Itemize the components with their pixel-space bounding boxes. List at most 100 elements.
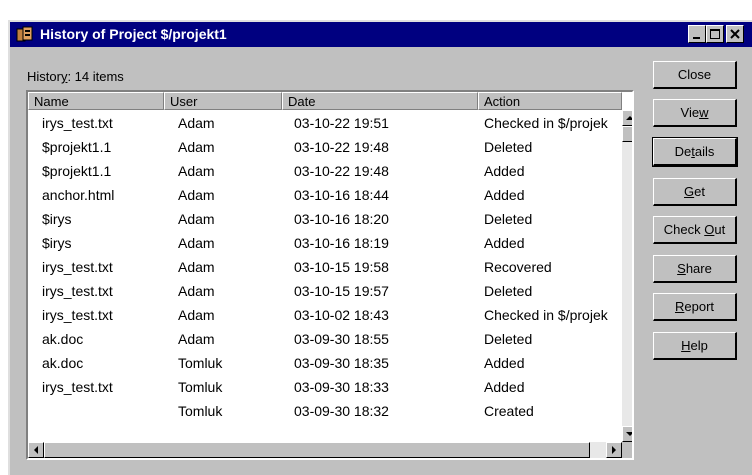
help-label-post: elp (690, 338, 708, 353)
details-label-pre: De (674, 144, 692, 159)
check-out-label-post: ut (714, 222, 726, 237)
cell-action: Checked in $/projek (484, 307, 608, 323)
cell-date: 03-10-15 19:57 (294, 283, 389, 299)
cell-action: Added (484, 163, 525, 179)
check-out-label-u: O (704, 222, 715, 237)
minimize-icon (693, 37, 700, 39)
check-out-button[interactable]: Check Out (653, 216, 737, 244)
scroll-left-button[interactable] (28, 442, 44, 458)
table-row[interactable]: $irys Adam 03-10-16 18:19 Added (28, 232, 624, 256)
cell-user: Adam (178, 139, 215, 155)
app-icon (16, 26, 33, 42)
close-label-pre: Close (677, 67, 712, 82)
history-count-label: History: 14 items (27, 69, 124, 84)
cell-action: Added (484, 355, 525, 371)
cell-action: Checked in $/projek (484, 115, 608, 131)
vertical-scroll-thumb[interactable] (622, 126, 632, 142)
cell-date: 03-09-30 18:33 (294, 379, 389, 395)
horizontal-scroll-thumb[interactable] (44, 442, 590, 458)
scrollbar-corner (622, 442, 632, 458)
cell-action: Deleted (484, 139, 533, 155)
table-row[interactable]: irys_test.txt Adam 03-10-15 19:57 Deleted (28, 280, 624, 304)
cell-user: Adam (178, 235, 215, 251)
cell-action: Added (484, 235, 525, 251)
view-label-u: w (699, 105, 709, 120)
get-button[interactable]: Get (653, 178, 737, 206)
column-header-name[interactable]: Name (28, 92, 164, 110)
cell-user: Adam (178, 187, 215, 203)
table-row[interactable]: anchor.html Adam 03-10-16 18:44 Added (28, 184, 624, 208)
cell-date: 03-10-16 18:44 (294, 187, 389, 203)
cell-name: ak.doc (42, 331, 84, 347)
share-button[interactable]: Share (653, 255, 737, 283)
history-list[interactable]: Name User Date Action irys_test.txt Adam 0… (26, 90, 634, 460)
history-label-prefix: Histor (27, 69, 61, 84)
cell-action: Added (484, 187, 525, 203)
report-label-post: eport (684, 299, 715, 314)
scroll-down-button[interactable] (622, 426, 632, 442)
cell-date: 03-10-22 19:51 (294, 115, 389, 131)
vertical-scrollbar[interactable] (622, 110, 632, 442)
cell-name: $irys (42, 211, 72, 227)
cell-name: ak.doc (42, 355, 84, 371)
table-row[interactable]: irys_test.txt Adam 03-10-22 19:51 Checked i… (28, 112, 624, 136)
share-label-u: S (677, 261, 686, 276)
cell-name: irys_test.txt (42, 259, 113, 275)
cell-action: Deleted (484, 283, 533, 299)
cell-user: Adam (178, 307, 215, 323)
table-row[interactable]: $projekt1.1 Adam 03-10-22 19:48 Deleted (28, 136, 624, 160)
table-row[interactable]: ak.doc Tomluk 03-09-30 18:35 Added (28, 352, 624, 376)
report-button[interactable]: Report (653, 293, 737, 321)
cell-user: Tomluk (178, 403, 223, 419)
table-row[interactable]: irys_test.txt Tomluk 03-09-30 18:33 Added (28, 376, 624, 400)
column-header-date[interactable]: Date (282, 92, 478, 110)
cell-user: Adam (178, 115, 215, 131)
details-button[interactable]: Details (652, 137, 738, 167)
cell-user: Adam (178, 259, 215, 275)
help-button[interactable]: Help (653, 332, 737, 360)
close-button[interactable]: Close (653, 61, 737, 89)
view-label-pre: Vie (680, 105, 700, 120)
cell-name: irys_test.txt (42, 379, 113, 395)
cell-user: Adam (178, 211, 215, 227)
table-row[interactable]: irys_test.txt Adam 03-10-15 19:58 Recovered (28, 256, 624, 280)
minimize-button[interactable] (688, 25, 706, 43)
cell-date: 03-10-15 19:58 (294, 259, 389, 275)
window-title: History of Project $/projekt1 (40, 26, 227, 42)
details-label-post: ails (694, 144, 715, 159)
table-row[interactable]: ak.doc Adam 03-09-30 18:55 Deleted (28, 328, 624, 352)
scroll-right-button[interactable] (606, 442, 622, 458)
get-label-u: G (684, 184, 695, 199)
check-out-label-pre: Check (663, 222, 705, 237)
title-bar[interactable]: History of Project $/projekt1 (10, 22, 752, 47)
cell-action: Recovered (484, 259, 552, 275)
close-icon (730, 29, 740, 39)
close-window-button[interactable] (726, 25, 744, 43)
scroll-up-icon (626, 116, 632, 120)
cell-name: $projekt1.1 (42, 163, 112, 179)
cell-user: Adam (178, 283, 215, 299)
scroll-up-button[interactable] (622, 110, 632, 126)
table-row[interactable]: irys_test.txt Adam 03-10-02 18:43 Checked i… (28, 304, 624, 328)
maximize-button[interactable] (706, 25, 724, 43)
get-label-post: et (694, 184, 705, 199)
cell-user: Adam (178, 163, 215, 179)
cell-date: 03-09-30 18:35 (294, 355, 389, 371)
table-row[interactable]: $projekt1.1 Adam 03-10-22 19:48 Added (28, 160, 624, 184)
cell-date: 03-09-30 18:55 (294, 331, 389, 347)
table-row[interactable]: Tomluk 03-09-30 18:32 Created (28, 400, 624, 424)
cell-name: $projekt1.1 (42, 139, 112, 155)
table-row[interactable]: $irys Adam 03-10-16 18:20 Deleted (28, 208, 624, 232)
cell-name: $irys (42, 235, 72, 251)
maximize-icon (710, 29, 720, 39)
scroll-right-icon (612, 446, 616, 454)
column-header-user[interactable]: User (164, 92, 282, 110)
cell-date: 03-10-16 18:20 (294, 211, 389, 227)
view-button[interactable]: View (653, 99, 737, 127)
cell-user: Tomluk (178, 379, 223, 395)
cell-date: 03-10-22 19:48 (294, 139, 389, 155)
horizontal-scrollbar[interactable] (28, 442, 622, 458)
cell-action: Added (484, 379, 525, 395)
cell-date: 03-10-22 19:48 (294, 163, 389, 179)
column-header-action[interactable]: Action (478, 92, 622, 110)
